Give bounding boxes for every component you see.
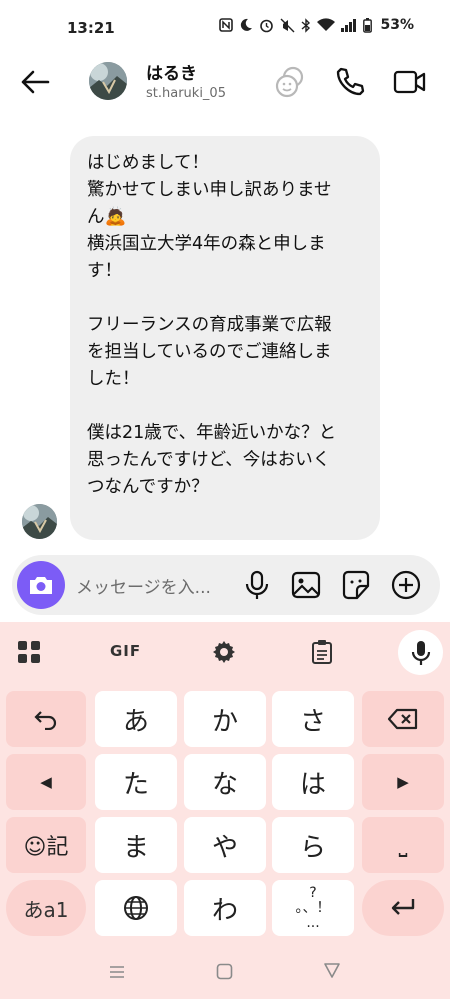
right-arrow-key[interactable]: ▶ — [362, 754, 444, 810]
camera-icon — [30, 577, 52, 594]
key-ra[interactable]: ら — [272, 817, 354, 873]
punct-top: ? — [309, 884, 317, 901]
punct-bottom: ... — [306, 914, 320, 931]
key-ha[interactable]: は — [272, 754, 354, 810]
undo-icon — [34, 711, 57, 730]
voice-input-button[interactable] — [398, 630, 443, 675]
key-na[interactable]: な — [184, 754, 266, 810]
clipboard-icon[interactable] — [306, 636, 338, 668]
wifi-icon — [317, 18, 336, 31]
left-arrow-key[interactable]: ◀ — [6, 754, 86, 810]
key-sa[interactable]: さ — [272, 691, 354, 747]
key-ka[interactable]: か — [184, 691, 266, 747]
enter-icon — [391, 899, 415, 915]
microphone-icon[interactable] — [240, 568, 274, 602]
chat-header: はるき st.haruki_05 — [0, 54, 450, 110]
enter-key[interactable] — [362, 880, 444, 936]
message-composer: メッセージを入... — [12, 555, 440, 615]
alarm-icon — [260, 19, 274, 32]
battery-icon — [363, 17, 373, 33]
key-ma[interactable]: ま — [95, 817, 177, 873]
signal-icon — [341, 18, 357, 32]
contact-avatar[interactable] — [89, 62, 127, 100]
camera-button[interactable] — [17, 561, 65, 609]
input-mode-key[interactable]: あa1 — [6, 880, 86, 936]
status-icons: 53% — [219, 17, 414, 33]
moon-icon — [241, 18, 253, 31]
battery-percent: 53% — [380, 17, 414, 33]
sender-avatar[interactable] — [22, 504, 57, 539]
language-switch-key[interactable] — [95, 880, 177, 936]
back-arrow-icon[interactable] — [18, 65, 52, 99]
globe-icon — [124, 896, 148, 920]
punct-middle: 。、！ — [295, 899, 331, 916]
home-icon[interactable] — [216, 963, 233, 980]
message-input[interactable]: メッセージを入... — [76, 573, 211, 598]
video-call-icon[interactable] — [392, 64, 428, 100]
key-wa[interactable]: わ — [184, 880, 266, 936]
apps-grid-icon[interactable] — [13, 636, 45, 668]
status-bar: 13:21 53% — [0, 0, 450, 54]
key-ya[interactable]: や — [184, 817, 266, 873]
add-circle-icon[interactable] — [389, 568, 423, 602]
nfc-icon — [219, 18, 234, 32]
recents-icon[interactable] — [108, 964, 126, 980]
backspace-icon — [387, 708, 418, 730]
back-triangle-icon[interactable] — [323, 962, 341, 979]
punctuation-key[interactable]: ? 。、！ ... — [272, 880, 354, 936]
contact-name[interactable]: はるき — [146, 59, 197, 84]
bluetooth-icon — [302, 17, 311, 33]
mute-icon — [280, 18, 295, 32]
system-nav-bar — [0, 950, 450, 999]
gif-button[interactable]: GIF — [110, 642, 141, 660]
undo-key[interactable] — [6, 691, 86, 747]
settings-gear-icon[interactable] — [208, 636, 240, 668]
contact-username[interactable]: st.haruki_05 — [146, 86, 226, 101]
sticker-icon[interactable] — [339, 568, 373, 602]
phone-call-icon[interactable] — [332, 64, 368, 100]
effects-icon[interactable] — [272, 64, 308, 100]
received-message-bubble[interactable]: はじめまして！ 驚かせてしまい申し訳ありませ ん🙇 横浜国立大学4年の森と申しま… — [70, 136, 380, 540]
keyboard-mic-icon — [411, 640, 430, 665]
emoji-symbol-key[interactable]: ☺記 — [6, 817, 86, 873]
backspace-key[interactable] — [362, 691, 444, 747]
key-ta[interactable]: た — [95, 754, 177, 810]
space-key[interactable]: ⎵ — [362, 817, 444, 873]
status-time: 13:21 — [67, 19, 115, 37]
gallery-icon[interactable] — [289, 568, 323, 602]
keyboard: GIF あ か さ ◀ た な は ▶ ☺記 ま や ら ⎵ あa1 わ ? 。… — [0, 622, 450, 999]
key-a[interactable]: あ — [95, 691, 177, 747]
